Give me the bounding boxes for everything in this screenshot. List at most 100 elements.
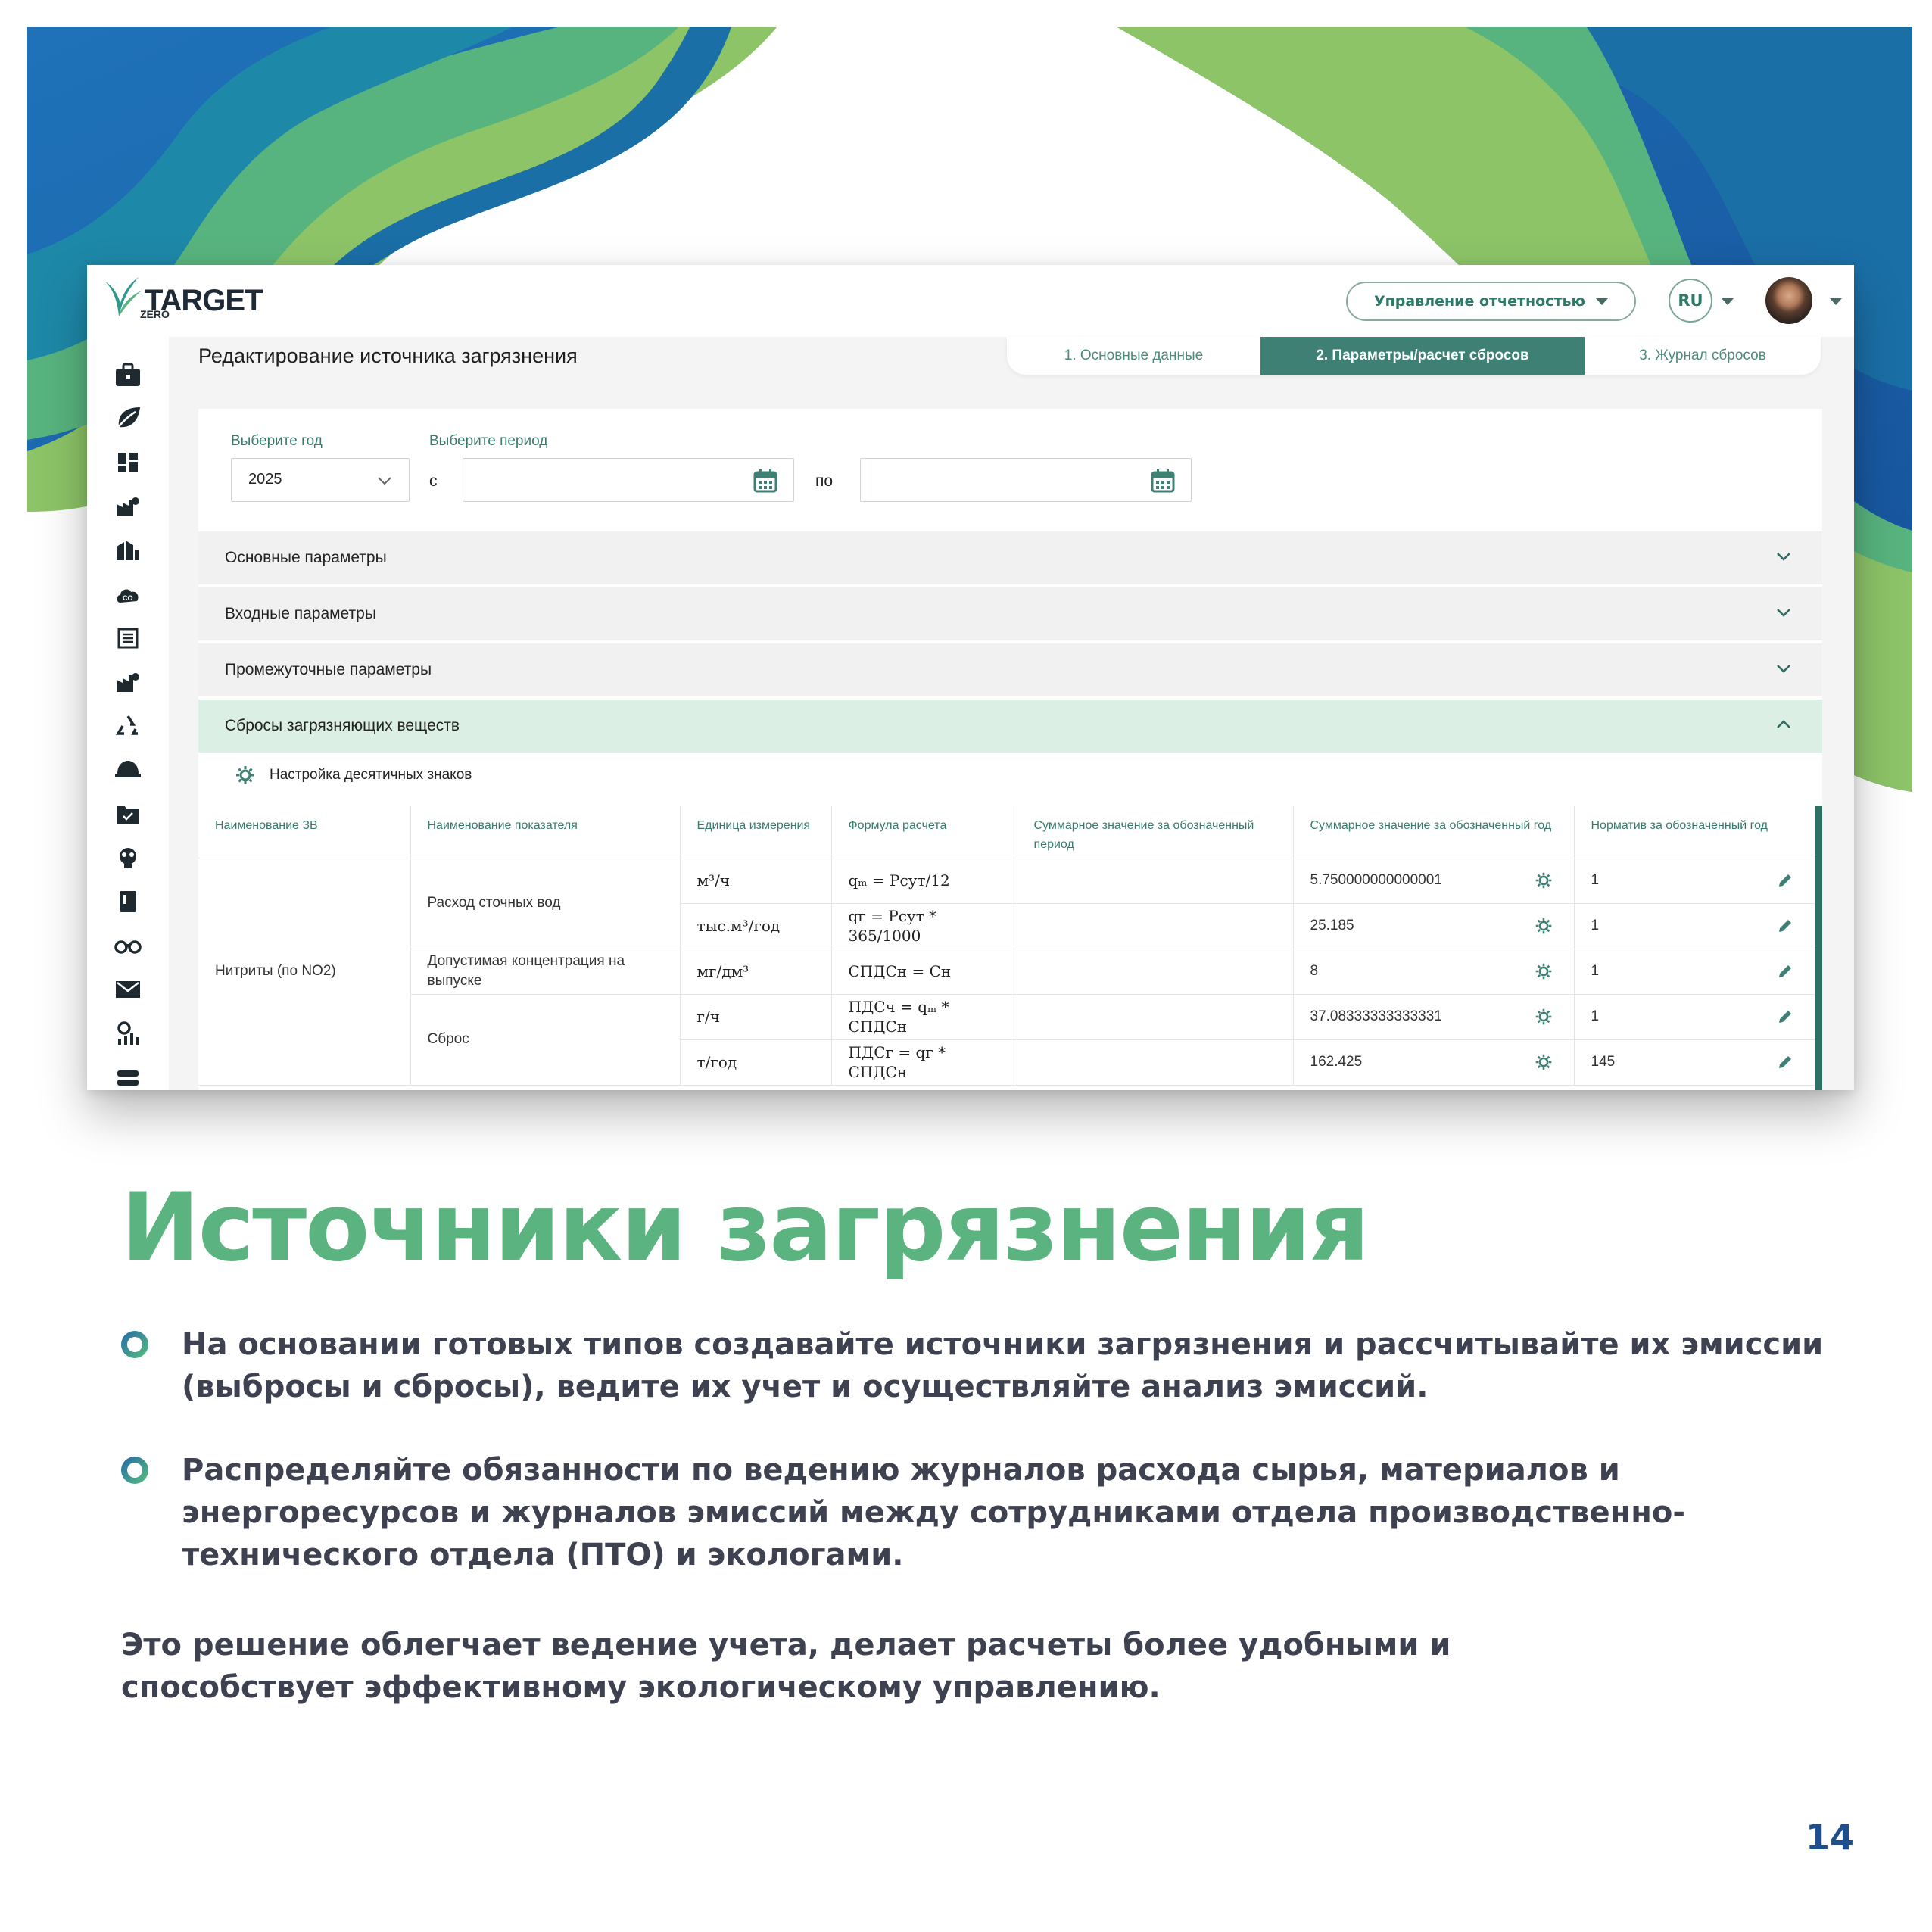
accordion-basic-params[interactable]: Основные параметры xyxy=(198,531,1822,586)
year-label: Выберите год xyxy=(231,433,323,449)
year-value: 162.425 xyxy=(1310,1054,1363,1070)
dashboard-icon[interactable] xyxy=(113,447,143,478)
year-cell: 37.08333333333331 xyxy=(1293,994,1575,1040)
bullet-ring-icon xyxy=(121,1457,148,1484)
slide-heading: Источники загрязнения xyxy=(121,1173,1370,1282)
mail-icon[interactable] xyxy=(113,974,143,1005)
buildings-icon[interactable] xyxy=(113,535,143,566)
page-number: 14 xyxy=(1806,1817,1855,1858)
gear-icon xyxy=(236,766,254,784)
date-from-input[interactable] xyxy=(463,458,794,502)
norm-cell: 145 xyxy=(1574,1039,1815,1086)
col-indicator: Наименование показателя xyxy=(410,806,681,858)
unit-cell: мг/дм³ xyxy=(680,949,832,995)
norm-value: 1 xyxy=(1591,963,1600,979)
gear-icon[interactable] xyxy=(1535,962,1553,980)
gear-icon[interactable] xyxy=(1535,917,1553,935)
col-formula: Формула расчета xyxy=(831,806,1017,858)
recycle-icon[interactable] xyxy=(113,711,143,741)
user-menu-caret-icon[interactable] xyxy=(1830,298,1842,305)
co2-cloud-icon[interactable]: CO xyxy=(113,579,143,609)
discharge-table: Наименование ЗВ Наименование показателя … xyxy=(198,806,1815,1086)
main-content: Редактирование источника загрязнения 1. … xyxy=(169,337,1854,1090)
page-title: Редактирование источника загрязнения xyxy=(198,344,578,367)
to-label: по xyxy=(815,472,834,490)
calendar-icon[interactable] xyxy=(753,468,778,494)
accordion-input-params[interactable]: Входные параметры xyxy=(198,587,1822,642)
decimal-settings-button[interactable]: Настройка десятичных знаков xyxy=(235,765,472,786)
notebook-icon[interactable] xyxy=(113,887,143,917)
gear-icon[interactable] xyxy=(1535,1008,1553,1026)
period-cell xyxy=(1017,949,1294,995)
tab-discharge-log[interactable]: 3. Журнал сбросов xyxy=(1585,337,1821,375)
user-avatar[interactable] xyxy=(1765,277,1812,324)
analytics-icon[interactable] xyxy=(113,1018,143,1049)
formula-cell: ПДСч = qₘ * CПДСн xyxy=(831,994,1017,1040)
norm-cell: 1 xyxy=(1574,858,1815,904)
decimal-settings-label: Настройка десятичных знаков xyxy=(270,767,472,783)
bullet-1: На основании готовых типов создавайте ис… xyxy=(182,1327,1824,1404)
language-selector[interactable]: RU xyxy=(1669,279,1712,323)
period-cell xyxy=(1017,1039,1294,1086)
period-cell xyxy=(1017,903,1294,949)
leaf-icon[interactable] xyxy=(113,404,143,434)
year-cell: 162.425 xyxy=(1293,1039,1575,1086)
period-cell xyxy=(1017,858,1294,904)
pencil-icon[interactable] xyxy=(1777,963,1793,980)
norm-value: 1 xyxy=(1591,918,1600,933)
pencil-icon[interactable] xyxy=(1777,918,1793,934)
formula-cell: qг = Pсут * 365/1000 xyxy=(831,903,1017,949)
list-icon[interactable] xyxy=(113,623,143,653)
formula-cell: qₘ = Pсут/12 xyxy=(831,858,1017,904)
col-unit: Единица измерения xyxy=(680,806,832,858)
pencil-icon[interactable] xyxy=(1777,872,1793,889)
col-period-sum: Суммарное значение за обозначенный перио… xyxy=(1017,806,1294,858)
accordion-label: Сбросы загрязняющих веществ xyxy=(225,717,460,734)
gear-icon[interactable] xyxy=(1535,1053,1553,1071)
step-tabs: 1. Основные данные 2. Параметры/расчет с… xyxy=(1007,337,1821,375)
unit-cell: т/год xyxy=(680,1039,832,1086)
language-caret-icon[interactable] xyxy=(1722,298,1734,305)
from-label: с xyxy=(429,472,438,490)
year-cell: 8 xyxy=(1293,949,1575,995)
year-select[interactable]: 2025 xyxy=(231,458,410,502)
folder-check-icon[interactable] xyxy=(113,799,143,829)
norm-cell: 1 xyxy=(1574,903,1815,949)
pencil-icon[interactable] xyxy=(1777,1054,1793,1070)
tab-basic-data[interactable]: 1. Основные данные xyxy=(1007,337,1260,375)
unit-cell: г/ч xyxy=(680,994,832,1040)
norm-cell: 1 xyxy=(1574,949,1815,995)
tab-parameters-calc[interactable]: 2. Параметры/расчет сбросов xyxy=(1260,337,1585,375)
binoculars-icon[interactable] xyxy=(113,930,143,961)
year-value: 37.08333333333331 xyxy=(1310,1008,1442,1024)
factory-icon[interactable] xyxy=(113,667,143,697)
pencil-icon[interactable] xyxy=(1777,1008,1793,1025)
accordion-discharges[interactable]: Сбросы загрязняющих веществ xyxy=(198,700,1822,754)
year-value: 25.185 xyxy=(1310,918,1354,933)
closing-text: Это решение облегчает ведение учета, дел… xyxy=(121,1628,1451,1705)
bullet-2: Распределяйте обязанности по ведению жур… xyxy=(182,1453,1685,1572)
helmet-icon[interactable] xyxy=(113,755,143,785)
logo[interactable]: TARGET xyxy=(102,274,263,327)
factory-icon[interactable] xyxy=(113,491,143,522)
table-row: Сброс г/ч ПДСч = qₘ * CПДСн 37.083333333… xyxy=(198,994,1815,1086)
logo-subtext: ZERO xyxy=(140,308,170,320)
calendar-icon[interactable] xyxy=(1150,468,1176,494)
caret-down-icon xyxy=(1595,298,1608,305)
table-row: Нитриты (по NO2) Расход сточных вод м³/ч… xyxy=(198,858,1815,1086)
stack-icon[interactable] xyxy=(113,1062,143,1090)
gas-mask-icon[interactable] xyxy=(113,843,143,873)
table-row: Допустимая концентрация на выпуске мг/дм… xyxy=(198,949,1815,995)
reporting-dropdown[interactable]: Управление отчетностью xyxy=(1346,282,1636,321)
table-header-row: Наименование ЗВ Наименование показателя … xyxy=(198,806,1815,858)
accordion-intermediate-params[interactable]: Промежуточные параметры xyxy=(198,643,1822,698)
table-scrollbar[interactable] xyxy=(1815,806,1822,1090)
logo-leaf-icon xyxy=(105,277,142,316)
chevron-down-icon xyxy=(378,477,391,485)
gear-icon[interactable] xyxy=(1535,871,1553,890)
formula-cell: CПДСн = Cн xyxy=(831,949,1017,995)
briefcase-icon[interactable] xyxy=(113,360,143,390)
col-norm: Норматив за обозначенный год xyxy=(1574,806,1815,858)
date-to-input[interactable] xyxy=(860,458,1192,502)
period-label: Выберите период xyxy=(429,433,548,449)
